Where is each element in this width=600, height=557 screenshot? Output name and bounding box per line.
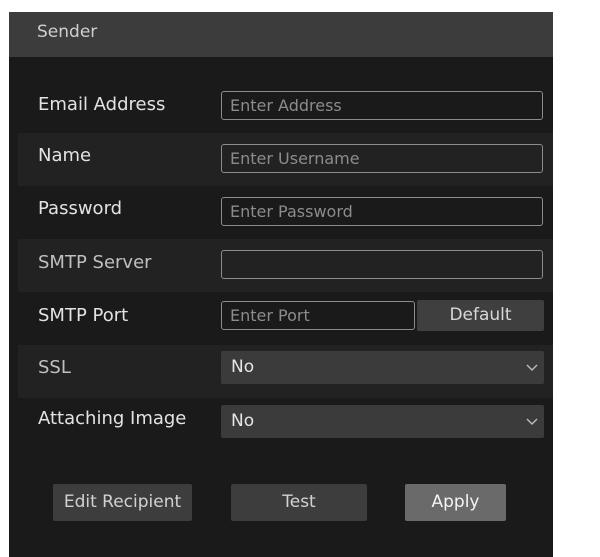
password-label: Password [38, 198, 123, 219]
test-button[interactable]: Test [231, 484, 367, 521]
email-row: Email Address Enter Address [18, 80, 553, 133]
chevron-down-icon [526, 418, 538, 425]
attaching-image-value: No [231, 411, 255, 431]
attaching-image-row: Attaching Image No [18, 398, 553, 451]
name-placeholder: Enter Username [230, 149, 360, 168]
password-field[interactable]: Enter Password [221, 197, 543, 226]
panel-title: Sender [37, 22, 98, 42]
smtp-port-label: SMTP Port [38, 305, 129, 326]
name-field[interactable]: Enter Username [221, 144, 543, 173]
chevron-down-icon [526, 364, 538, 371]
password-placeholder: Enter Password [230, 202, 353, 221]
default-port-button[interactable]: Default [417, 300, 544, 331]
smtp-port-field[interactable]: Enter Port [221, 301, 415, 330]
smtp-server-row: SMTP Server [18, 239, 553, 292]
ssl-select[interactable]: No [221, 351, 544, 384]
attaching-image-label: Attaching Image [38, 408, 187, 429]
name-row: Name Enter Username [18, 133, 553, 186]
smtp-server-label: SMTP Server [38, 252, 152, 273]
smtp-port-placeholder: Enter Port [230, 306, 310, 325]
smtp-server-field[interactable] [221, 250, 543, 279]
name-label: Name [38, 145, 92, 166]
edit-recipient-button[interactable]: Edit Recipient [53, 484, 192, 521]
panel-header: Sender [9, 12, 553, 57]
email-label: Email Address [38, 94, 166, 115]
email-placeholder: Enter Address [230, 96, 342, 115]
attaching-image-select[interactable]: No [221, 405, 544, 438]
apply-button[interactable]: Apply [405, 484, 506, 521]
ssl-value: No [231, 357, 255, 377]
sender-panel: Sender Email Address Enter Address Name … [9, 12, 553, 557]
smtp-port-row: SMTP Port Enter Port Default [18, 292, 553, 345]
password-row: Password Enter Password [18, 186, 553, 239]
email-field[interactable]: Enter Address [221, 91, 543, 120]
ssl-label: SSL [38, 357, 71, 378]
ssl-row: SSL No [18, 345, 553, 398]
